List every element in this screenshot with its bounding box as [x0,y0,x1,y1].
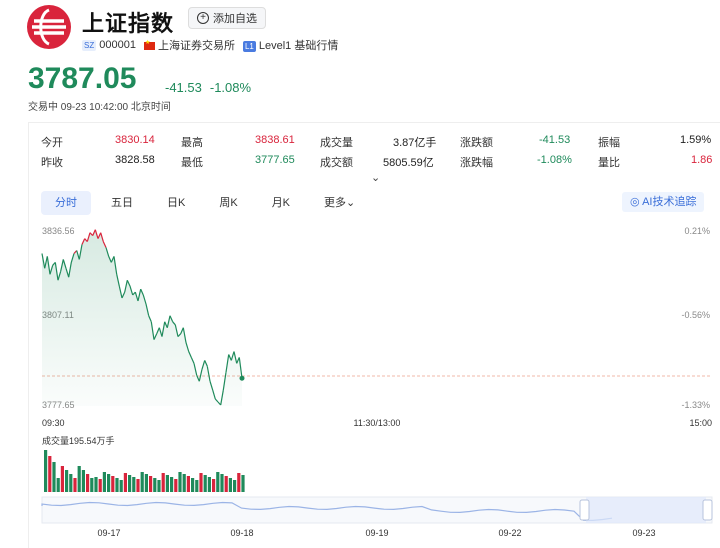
volume-bar [174,479,178,492]
navigator-selection [586,497,706,523]
volume-bar [81,470,85,492]
volume-bar [237,473,241,492]
volume-bar [161,473,165,492]
navigator-date-label: 09-23 [632,528,655,538]
volume-bar [216,472,220,492]
volume-bar [115,478,119,492]
volume-bar [233,480,237,492]
volume-bar [182,474,186,492]
volume-bar [144,474,148,492]
volume-bar [94,477,98,492]
x-axis-label: 09:30 [42,418,65,428]
x-axis-label: 15:00 [689,418,712,428]
last-price-dot [239,375,245,381]
volume-bar [73,478,77,492]
volume-bar [170,477,174,492]
navigator-date-label: 09-22 [498,528,521,538]
volume-bar [186,476,190,492]
volume-bar [199,473,203,492]
volume-bar [86,474,90,492]
volume-bar [60,466,64,492]
price-area [42,229,242,406]
volume-bar [128,475,132,492]
volume-bar [69,474,73,492]
volume-bar [157,480,161,492]
volume-bar [178,472,182,492]
navigator-handle-right[interactable] [702,499,713,521]
volume-bar [228,478,232,492]
y-axis-label: 3836.56 [42,226,75,236]
volume-bar [153,478,157,492]
volume-bar [165,475,169,492]
navigator-date-label: 09-19 [365,528,388,538]
volume-bar [90,478,94,492]
navigator-handle-left[interactable] [579,499,590,521]
y-axis-label-pct: -0.56% [681,310,710,320]
volume-bar [48,456,52,492]
volume-bar [44,450,48,492]
volume-bar [132,477,136,492]
volume-bar [195,480,199,492]
volume-bar [191,478,195,492]
volume-bar [119,480,123,492]
volume-bar [98,479,102,492]
volume-bar [203,475,207,492]
volume-bar [140,472,144,492]
volume-label: 成交量195.54万手 [42,435,115,446]
volume-bar [123,473,127,492]
navigator-date-label: 09-17 [97,528,120,538]
volume-bar [207,477,211,492]
x-axis-label: 11:30/13:00 [354,418,401,428]
intraday-chart[interactable]: 3836.563807.113777.650.21%-0.56%-1.33%09… [0,0,720,548]
y-axis-label-pct: 0.21% [684,226,710,236]
volume-bar [212,479,216,492]
volume-bar [136,479,140,492]
volume-bar [102,472,106,492]
volume-bar [56,478,60,492]
navigator-date-label: 09-18 [230,528,253,538]
volume-bar [52,462,56,492]
volume-bar [241,475,245,492]
volume-bar [107,474,111,492]
y-axis-label-pct: -1.33% [681,400,710,410]
volume-bar [65,470,69,492]
volume-bar [220,474,224,492]
volume-bar [224,476,228,492]
volume-bar [111,476,115,492]
volume-bar [149,476,153,492]
volume-bar [77,466,81,492]
